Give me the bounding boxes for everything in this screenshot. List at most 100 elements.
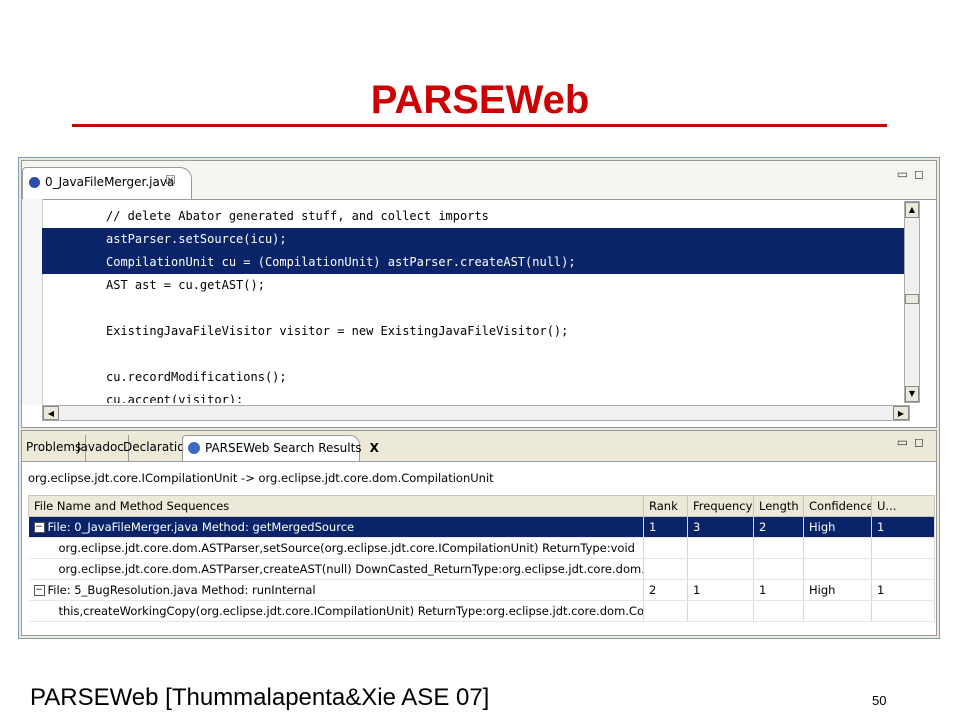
table-cell: [803, 600, 872, 622]
tab-label: PARSEWeb Search Results: [205, 441, 362, 455]
cell-text: File: 0_JavaFileMerger.java Method: getM…: [47, 520, 355, 534]
close-tab-icon[interactable]: X: [370, 441, 379, 455]
parseweb-icon: [188, 442, 200, 454]
cell-text: 1: [693, 583, 701, 597]
minimize-icon[interactable]: ▭: [897, 167, 914, 181]
editor-tab[interactable]: 0_JavaFileMerger.java ☒: [22, 167, 192, 199]
results-table: File Name and Method Sequences Rank Freq…: [28, 495, 935, 622]
code-line[interactable]: [42, 297, 910, 320]
cell-text: 1: [759, 583, 767, 597]
results-view: Problems Javadoc Declaration PARSEWeb Se…: [21, 430, 937, 636]
table-cell: 3: [687, 516, 754, 538]
table-cell: this,createWorkingCopy(org.eclipse.jdt.c…: [28, 600, 644, 622]
search-query: org.eclipse.jdt.core.ICompilationUnit ->…: [28, 471, 494, 485]
code-line[interactable]: AST ast = cu.getAST();: [42, 274, 910, 297]
cell-text: High: [809, 520, 836, 534]
column-header[interactable]: U...: [871, 495, 935, 517]
editor-window-buttons: ▭◻: [897, 167, 930, 181]
column-header[interactable]: Confidence: [803, 495, 872, 517]
table-row[interactable]: this,createWorkingCopy(org.eclipse.jdt.c…: [28, 600, 935, 622]
scroll-thumb[interactable]: [905, 294, 919, 304]
table-header: File Name and Method Sequences Rank Freq…: [28, 495, 935, 517]
title-underline: [72, 124, 887, 127]
table-cell: [753, 600, 804, 622]
table-cell: − File: 0_JavaFileMerger.java Method: get…: [28, 516, 644, 538]
table-cell: 2: [753, 516, 804, 538]
table-cell: 1: [753, 579, 804, 601]
table-cell: − File: 5_BugResolution.java Method: runI…: [28, 579, 644, 601]
java-editor: 0_JavaFileMerger.java ☒ ▭◻ // delete Aba…: [21, 160, 937, 428]
column-header[interactable]: Rank: [643, 495, 688, 517]
table-cell: High: [803, 579, 872, 601]
table-cell: High: [803, 516, 872, 538]
cell-text: File: 5_BugResolution.java Method: runIn…: [47, 583, 316, 597]
cell-text: 2: [649, 583, 657, 597]
scroll-up-icon[interactable]: ▲: [905, 202, 919, 218]
table-row[interactable]: − File: 0_JavaFileMerger.java Method: get…: [28, 516, 935, 538]
horizontal-scrollbar[interactable]: ◀ ▶: [42, 405, 910, 421]
view-tabbar: Problems Javadoc Declaration PARSEWeb Se…: [22, 431, 936, 462]
view-window-buttons: ▭◻: [897, 435, 930, 449]
cell-text: 2: [759, 520, 767, 534]
code-line[interactable]: astParser.setSource(icu);: [42, 228, 910, 251]
table-cell: [687, 600, 754, 622]
slide-title: PARSEWeb: [370, 78, 590, 122]
column-header[interactable]: Length: [753, 495, 804, 517]
cell-text: org.eclipse.jdt.core.dom.ASTParser,creat…: [58, 562, 643, 576]
column-header[interactable]: File Name and Method Sequences: [28, 495, 644, 517]
code-line[interactable]: [42, 343, 910, 366]
table-cell: [871, 537, 935, 559]
eclipse-window: 0_JavaFileMerger.java ☒ ▭◻ // delete Aba…: [18, 157, 940, 639]
table-row[interactable]: org.eclipse.jdt.core.dom.ASTParser,creat…: [28, 558, 935, 580]
table-cell: [803, 558, 872, 580]
cell-text: this,createWorkingCopy(org.eclipse.jdt.c…: [58, 604, 644, 618]
scroll-left-icon[interactable]: ◀: [43, 406, 59, 420]
maximize-icon[interactable]: ◻: [914, 435, 930, 449]
footer-citation: PARSEWeb [Thummalapenta&Xie ASE 07]: [30, 684, 490, 711]
table-cell: org.eclipse.jdt.core.dom.ASTParser,setSo…: [28, 537, 644, 559]
editor-tabbar: 0_JavaFileMerger.java ☒ ▭◻: [22, 161, 936, 200]
table-cell: [643, 558, 688, 580]
page-number: 50: [872, 693, 887, 708]
table-cell: [753, 558, 804, 580]
java-file-icon: [29, 177, 40, 188]
editor-gutter: [22, 199, 43, 405]
table-cell: 1: [871, 579, 935, 601]
table-cell: org.eclipse.jdt.core.dom.ASTParser,creat…: [28, 558, 644, 580]
tab-parseweb-search-results[interactable]: PARSEWeb Search Results X: [182, 435, 379, 461]
code-line[interactable]: cu.recordModifications();: [42, 366, 910, 389]
code-line[interactable]: CompilationUnit cu = (CompilationUnit) a…: [42, 251, 910, 274]
table-cell: [643, 537, 688, 559]
table-cell: [687, 558, 754, 580]
code-line[interactable]: // delete Abator generated stuff, and co…: [42, 205, 910, 228]
code-line[interactable]: ExistingJavaFileVisitor visitor = new Ex…: [42, 320, 910, 343]
table-cell: [871, 600, 935, 622]
editor-tab-label: 0_JavaFileMerger.java: [45, 175, 175, 189]
cell-text: 3: [693, 520, 701, 534]
code-line[interactable]: cu.accept(visitor);: [42, 389, 910, 403]
table-cell: 2: [643, 579, 688, 601]
scroll-right-icon[interactable]: ▶: [893, 406, 909, 420]
table-cell: 1: [643, 516, 688, 538]
table-row[interactable]: org.eclipse.jdt.core.dom.ASTParser,setSo…: [28, 537, 935, 559]
minimize-icon[interactable]: ▭: [897, 435, 914, 449]
cell-text: 1: [877, 583, 885, 597]
cell-text: 1: [877, 520, 885, 534]
vertical-scrollbar[interactable]: ▲ ▼: [904, 201, 920, 403]
cell-text: org.eclipse.jdt.core.dom.ASTParser,setSo…: [58, 541, 635, 555]
code-area[interactable]: // delete Abator generated stuff, and co…: [42, 205, 910, 403]
scroll-down-icon[interactable]: ▼: [905, 386, 919, 402]
table-cell: [687, 537, 754, 559]
collapse-icon[interactable]: −: [33, 522, 45, 533]
table-cell: [643, 600, 688, 622]
table-row[interactable]: − File: 5_BugResolution.java Method: runI…: [28, 579, 935, 601]
column-header[interactable]: Frequency: [687, 495, 754, 517]
table-cell: [871, 558, 935, 580]
maximize-icon[interactable]: ◻: [914, 167, 930, 181]
close-tab-icon[interactable]: ☒: [165, 173, 176, 187]
table-cell: 1: [871, 516, 935, 538]
cell-text: 1: [649, 520, 657, 534]
collapse-icon[interactable]: −: [33, 585, 45, 596]
table-cell: [753, 537, 804, 559]
cell-text: High: [809, 583, 836, 597]
